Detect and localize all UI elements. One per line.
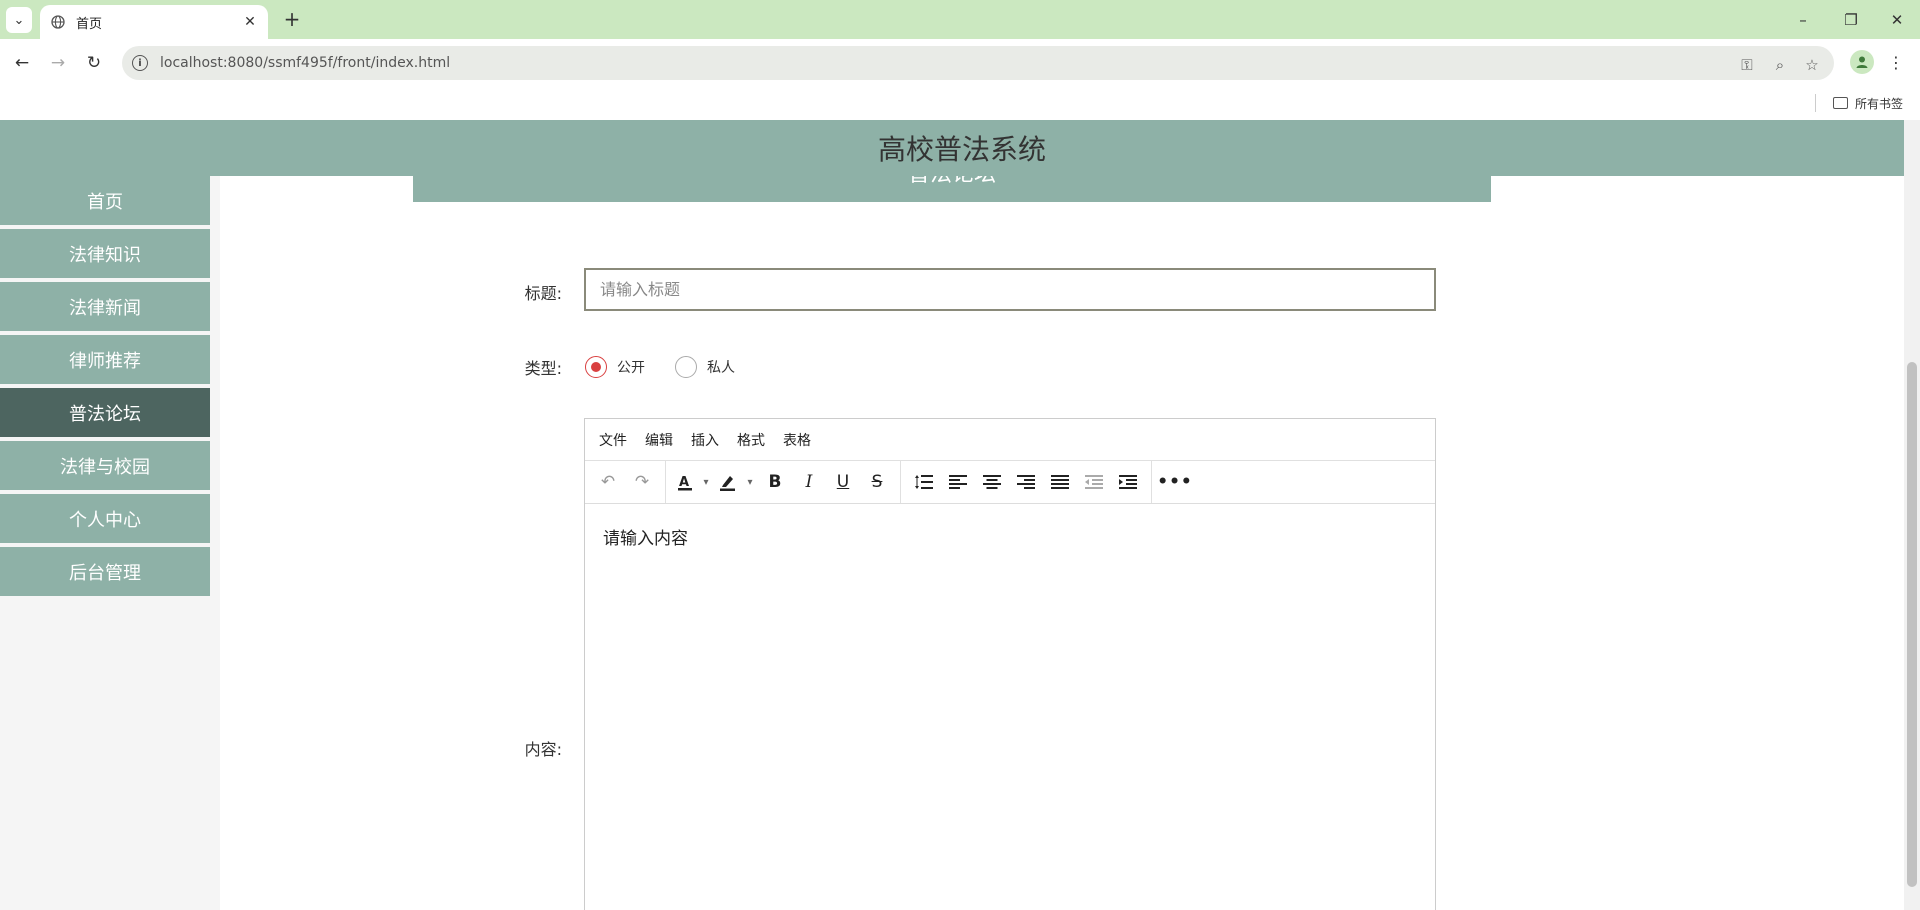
sidebar-item-home[interactable]: 首页 [0, 176, 210, 225]
type-label: 类型: [524, 359, 562, 378]
sidebar-nav: 首页 法律知识 法律新闻 律师推荐 普法论坛 法律与校园 个人中心 后台管理 [0, 176, 210, 600]
strikethrough-icon[interactable]: S [860, 466, 894, 498]
sidebar-item-legal-knowledge[interactable]: 法律知识 [0, 229, 210, 278]
all-bookmarks-button[interactable]: 所有书签 [1833, 92, 1903, 114]
forward-icon[interactable]: → [44, 49, 72, 77]
menu-table[interactable]: 表格 [783, 430, 811, 450]
toolbar-divider [900, 461, 901, 503]
bookmarks-bar: 所有书签 [0, 86, 1920, 120]
highlight-caret-icon[interactable]: ▾ [742, 477, 758, 488]
bookmarks-divider [1815, 94, 1816, 112]
menu-format[interactable]: 格式 [737, 430, 765, 450]
bookmark-star-icon[interactable]: ☆ [1803, 56, 1821, 74]
bold-icon[interactable]: B [758, 466, 792, 498]
text-color-split-button[interactable]: A ▾ [672, 466, 714, 498]
more-options-icon[interactable]: ••• [1157, 466, 1192, 498]
menu-insert[interactable]: 插入 [691, 430, 719, 450]
sidebar-item-personal-center[interactable]: 个人中心 [0, 494, 210, 543]
type-radio-public[interactable]: 公开 [585, 355, 645, 379]
close-tab-icon[interactable]: ✕ [242, 14, 258, 30]
all-bookmarks-label: 所有书签 [1855, 96, 1904, 111]
url-text[interactable]: localhost:8080/ssmf495f/front/index.html [160, 55, 450, 71]
site-info-icon[interactable]: i [132, 55, 148, 71]
outdent-icon[interactable] [1077, 466, 1111, 498]
editor-toolbar: ↶ ↷ A ▾ ▾ B I U S ••• [585, 461, 1435, 504]
page-scrollbar[interactable] [1904, 120, 1920, 910]
restore-icon[interactable]: ❐ [1828, 0, 1874, 39]
line-height-icon[interactable] [907, 466, 941, 498]
new-tab-icon[interactable]: + [280, 8, 304, 32]
browser-tab-bar: ⌄ 首页 ✕ + – ❐ ✕ [0, 0, 1920, 39]
rich-text-editor: 文件 编辑 插入 格式 表格 ↶ ↷ A ▾ ▾ B I U S ••• 请输入… [584, 418, 1436, 910]
align-justify-icon[interactable] [1043, 466, 1077, 498]
text-color-icon[interactable]: A [672, 466, 698, 498]
toolbar-divider [1151, 461, 1152, 503]
text-color-caret-icon[interactable]: ▾ [698, 477, 714, 488]
profile-avatar-icon[interactable] [1850, 50, 1874, 74]
content-label: 内容: [524, 740, 562, 759]
undo-icon[interactable]: ↶ [591, 466, 625, 498]
page-viewport: 普法论坛 高校普法系统 首页 法律知识 法律新闻 律师推荐 普法论坛 法律与校园… [0, 120, 1920, 910]
indent-icon[interactable] [1111, 466, 1145, 498]
tab-search-chevron-icon[interactable]: ⌄ [6, 7, 32, 33]
underline-icon[interactable]: U [826, 466, 860, 498]
globe-icon [50, 14, 66, 30]
radio-public-label: 公开 [617, 360, 645, 376]
reload-icon[interactable]: ↻ [80, 49, 108, 77]
highlight-pen-icon[interactable] [714, 466, 742, 498]
back-icon[interactable]: ← [8, 49, 36, 77]
align-left-icon[interactable] [941, 466, 975, 498]
url-box[interactable]: i localhost:8080/ssmf495f/front/index.ht… [122, 46, 1834, 80]
radio-private[interactable] [675, 356, 697, 378]
folder-icon [1833, 97, 1848, 109]
highlight-color-split-button[interactable]: ▾ [714, 466, 758, 498]
tab-title: 首页 [76, 16, 103, 32]
align-center-icon[interactable] [975, 466, 1009, 498]
menu-edit[interactable]: 编辑 [645, 430, 673, 450]
title-input[interactable] [584, 268, 1436, 311]
italic-icon[interactable]: I [792, 466, 826, 498]
radio-public-selected[interactable] [585, 356, 607, 378]
sidebar-item-forum[interactable]: 普法论坛 [0, 388, 210, 437]
sidebar-item-lawyer-recommend[interactable]: 律师推荐 [0, 335, 210, 384]
site-title: 高校普法系统 [877, 133, 1046, 166]
sidebar-item-law-campus[interactable]: 法律与校园 [0, 441, 210, 490]
sidebar-item-admin[interactable]: 后台管理 [0, 547, 210, 596]
scrollbar-thumb[interactable] [1907, 362, 1917, 887]
svg-text:A: A [679, 475, 689, 490]
toolbar-divider [665, 461, 666, 503]
type-radio-private[interactable]: 私人 [675, 355, 735, 379]
window-close-icon[interactable]: ✕ [1874, 0, 1920, 39]
sidebar-item-legal-news[interactable]: 法律新闻 [0, 282, 210, 331]
minimize-icon[interactable]: – [1780, 0, 1826, 39]
title-label: 标题: [524, 284, 562, 303]
radio-private-label: 私人 [707, 360, 735, 376]
browser-tab[interactable]: 首页 ✕ [40, 5, 268, 39]
password-key-icon[interactable]: ⚿ [1738, 56, 1756, 74]
align-right-icon[interactable] [1009, 466, 1043, 498]
browser-menu-icon[interactable]: ⋮ [1888, 50, 1904, 74]
zoom-icon[interactable]: ⌕ [1771, 56, 1789, 74]
site-header: 高校普法系统 [0, 120, 1904, 176]
editor-content[interactable]: 请输入内容 [585, 504, 1435, 569]
address-bar-row: ← → ↻ i localhost:8080/ssmf495f/front/in… [0, 39, 1920, 86]
redo-icon[interactable]: ↷ [625, 466, 659, 498]
editor-menubar: 文件 编辑 插入 格式 表格 [585, 419, 1435, 461]
menu-file[interactable]: 文件 [599, 430, 627, 450]
